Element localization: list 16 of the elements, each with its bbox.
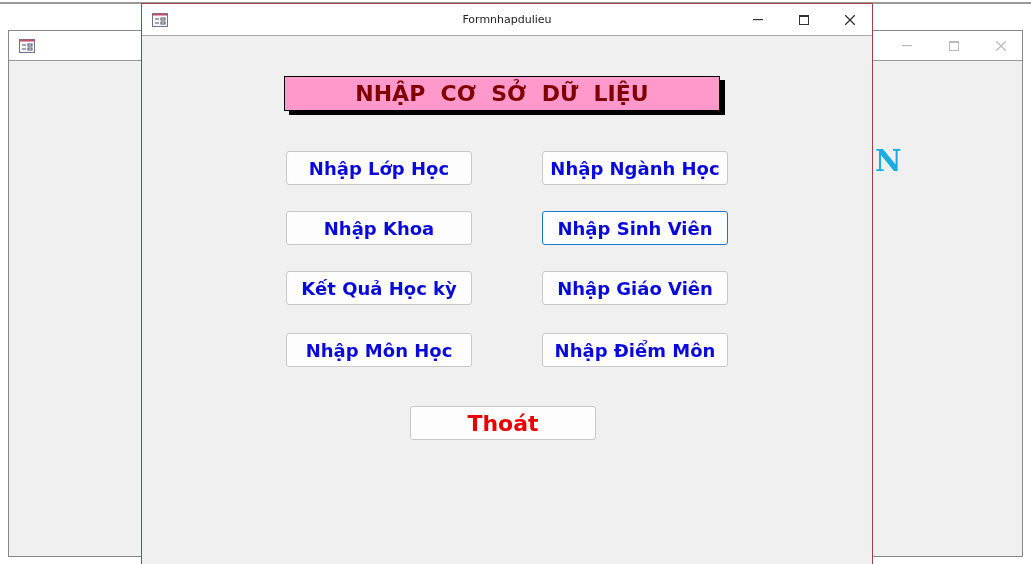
- form-icon: [152, 12, 168, 27]
- menu-button[interactable]: Nhập Lớp Học: [286, 151, 472, 185]
- maximize-icon[interactable]: [799, 14, 809, 25]
- menu-button[interactable]: Kết Quả Học kỳ: [286, 271, 472, 305]
- background-heading: N: [875, 144, 902, 178]
- menu-button[interactable]: Nhập Giáo Viên: [542, 271, 728, 305]
- menu-button[interactable]: Nhập Khoa: [286, 211, 472, 245]
- menu-button[interactable]: Nhập Ngành Học: [542, 151, 728, 185]
- menu-button[interactable]: Nhập Sinh Viên: [542, 211, 728, 245]
- exit-button[interactable]: Thoát: [410, 406, 596, 440]
- minimize-icon[interactable]: [753, 18, 763, 21]
- menu-button[interactable]: Nhập Điểm Môn: [542, 333, 728, 367]
- menu-button[interactable]: Nhập Môn Học: [286, 333, 472, 367]
- form-icon: [19, 38, 35, 53]
- close-icon[interactable]: [845, 14, 855, 25]
- window-title: Formnhapdulieu: [462, 13, 552, 26]
